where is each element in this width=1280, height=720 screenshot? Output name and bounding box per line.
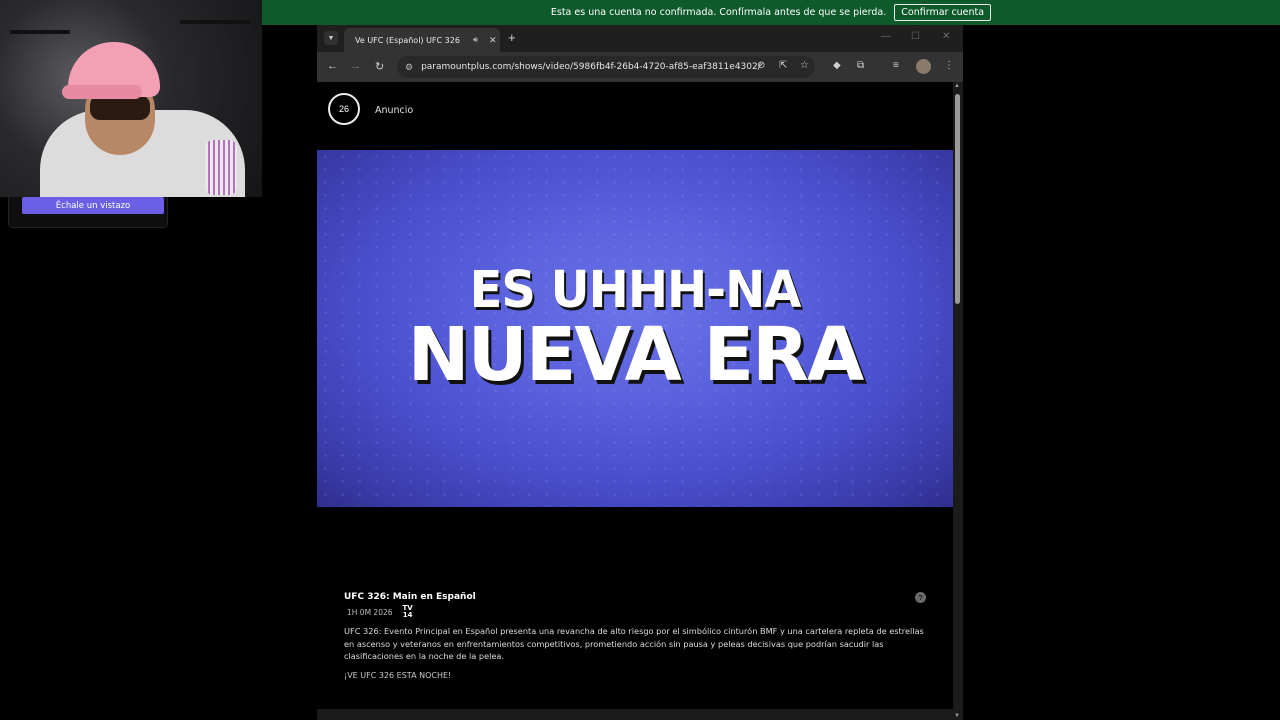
- browser-window: ▼ Ve UFC (Español) UFC 326 🔊︎ ✕ + — ☐ ✕ …: [317, 25, 963, 720]
- scroll-thumb[interactable]: [955, 94, 960, 304]
- url-text[interactable]: paramountplus.com/shows/video/5986fb4f-2…: [421, 62, 761, 72]
- close-window-icon[interactable]: ✕: [942, 31, 950, 42]
- echale-un-vistazo-button[interactable]: Échale un vistazo: [22, 197, 164, 214]
- screen: Échale un vistazo Esta es una cuenta no …: [0, 0, 1280, 720]
- duration-year: 1H 0M 2026: [347, 607, 393, 617]
- unconfirmed-account-banner: Esta es una cuenta no confirmada. Confír…: [262, 0, 1280, 25]
- watch-tonight-text: ¡VE UFC 326 ESTA NOCHE!: [344, 670, 452, 680]
- new-tab-icon[interactable]: +: [508, 30, 516, 45]
- bookmark-star-icon[interactable]: ☆: [800, 60, 809, 71]
- help-icon[interactable]: ?: [915, 592, 926, 603]
- banner-message: Esta es una cuenta no confirmada. Confír…: [550, 7, 887, 18]
- tracking-icon[interactable]: ⊘: [757, 60, 765, 71]
- scroll-up-icon[interactable]: ▲: [954, 83, 960, 89]
- video-meta: 1H 0M 2026 TV 14: [344, 605, 934, 619]
- scroll-down-icon[interactable]: ▼: [954, 713, 960, 719]
- video-player[interactable]: ES UHHH-NA NUEVA ERA: [317, 150, 953, 507]
- video-caption-line2: NUEVA ERA: [407, 312, 865, 398]
- forward-icon[interactable]: →: [350, 60, 361, 72]
- show-title: UFC 326: Main en Español: [344, 592, 476, 602]
- microphone: [205, 140, 237, 195]
- video-caption-line1: ES UHHH-NA: [469, 260, 802, 320]
- webcam-overlay: [0, 0, 262, 197]
- tab-title: Ve UFC (Español) UFC 326: [355, 35, 460, 45]
- site-info-icon[interactable]: ⚙: [405, 62, 413, 73]
- reload-icon[interactable]: ↻: [375, 60, 384, 73]
- maximize-icon[interactable]: ☐: [911, 31, 920, 42]
- back-icon[interactable]: ←: [327, 60, 338, 72]
- profile-avatar[interactable]: [916, 59, 931, 74]
- tv-rating-badge: TV 14: [402, 604, 413, 619]
- ad-countdown: 26: [328, 93, 360, 125]
- media-controls-icon[interactable]: ≡: [893, 60, 899, 71]
- menu-kebab-icon[interactable]: ⋮: [944, 60, 954, 71]
- close-tab-icon[interactable]: ✕: [489, 35, 497, 46]
- page-scrollbar[interactable]: ▲ ▼: [953, 82, 963, 720]
- address-bar[interactable]: ⚙ paramountplus.com/shows/video/5986fb4f…: [397, 56, 815, 78]
- video-description: UFC 326: Evento Principal en Español pre…: [344, 626, 924, 661]
- active-tab[interactable]: Ve UFC (Español) UFC 326 🔊︎ ✕: [344, 28, 500, 52]
- tab-strip: ▼ Ve UFC (Español) UFC 326 🔊︎ ✕ + — ☐ ✕: [317, 25, 963, 52]
- cast-icon[interactable]: ⇱: [779, 60, 787, 71]
- video-details: UFC 326: Main en Español 1H 0M 2026 TV 1…: [344, 592, 934, 680]
- browser-toolbar: ← → ↻ ⚙ paramountplus.com/shows/video/59…: [317, 52, 963, 82]
- extension-diamond-icon[interactable]: ◆: [833, 60, 841, 71]
- confirm-account-button[interactable]: Confirmar cuenta: [894, 4, 992, 21]
- audio-playing-icon[interactable]: 🔊︎: [473, 35, 478, 45]
- tab-search-icon[interactable]: ▼: [324, 31, 338, 45]
- stream-widget: Échale un vistazo: [8, 197, 168, 228]
- ad-label: Anuncio: [375, 105, 414, 116]
- page-content: 26 Anuncio ES UHHH-NA NUEVA ERA UFC 326:…: [317, 82, 953, 720]
- extensions-puzzle-icon[interactable]: ⧉: [857, 60, 864, 71]
- minimize-icon[interactable]: —: [881, 31, 891, 42]
